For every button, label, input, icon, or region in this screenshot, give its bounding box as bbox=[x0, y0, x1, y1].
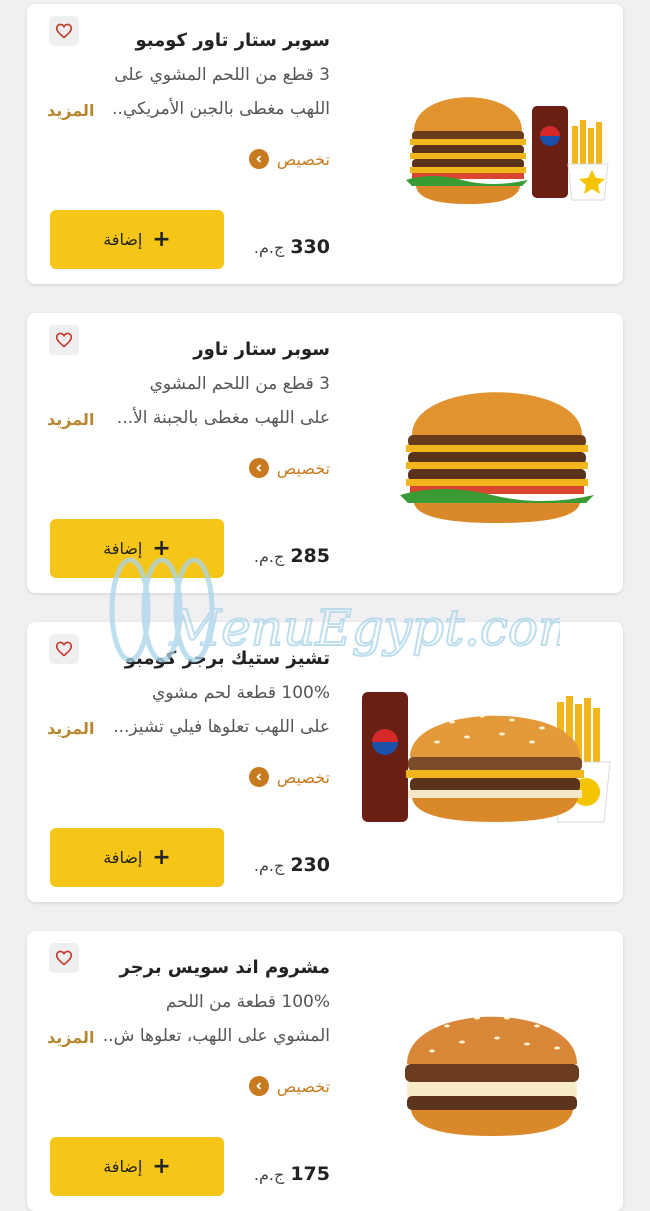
chevron-left-icon bbox=[248, 1076, 269, 1096]
plus-icon: + bbox=[152, 226, 171, 252]
item-description: 3 قطع من اللحم المشوي bbox=[149, 374, 330, 394]
item-price: 285 ج.م. bbox=[254, 545, 330, 567]
add-button-label: إضافة bbox=[103, 1157, 143, 1176]
add-button[interactable]: + إضافة bbox=[50, 210, 224, 269]
price-value: 230 bbox=[290, 854, 330, 876]
item-price: 330 ج.م. bbox=[254, 236, 330, 258]
price-value: 285 bbox=[290, 545, 330, 567]
customize-label: تخصيص bbox=[276, 1076, 330, 1096]
item-description: 100% قطعة من اللحم bbox=[165, 992, 330, 1012]
item-title: سوبر ستار تاور bbox=[193, 339, 330, 360]
price-currency: ج.م. bbox=[253, 547, 285, 566]
customize-label: تخصيص bbox=[276, 458, 330, 478]
menu-item-card[interactable]: سوبر ستار تاور كومبو 3 قطع من اللحم المش… bbox=[27, 4, 623, 284]
more-link[interactable]: المزيد bbox=[47, 410, 94, 429]
price-currency: ج.م. bbox=[253, 856, 285, 875]
customize-label: تخصيص bbox=[276, 149, 330, 169]
item-image bbox=[362, 692, 611, 823]
add-button[interactable]: + إضافة bbox=[50, 519, 224, 578]
menu-item-card[interactable]: سوبر ستار تاور 3 قطع من اللحم المشوي على… bbox=[27, 313, 623, 593]
item-image bbox=[400, 392, 594, 523]
item-description: 3 قطع من اللحم المشوي على bbox=[114, 65, 330, 85]
add-button[interactable]: + إضافة bbox=[50, 828, 224, 887]
add-button[interactable]: + إضافة bbox=[50, 1137, 224, 1196]
menu-item-card[interactable]: مشروم اند سويس برجر 100% قطعة من اللحم ا… bbox=[27, 931, 623, 1211]
chevron-left-icon bbox=[248, 149, 269, 169]
item-price: 175 ج.م. bbox=[254, 1163, 330, 1185]
plus-icon: + bbox=[152, 1153, 171, 1179]
add-button-label: إضافة bbox=[103, 230, 143, 249]
price-currency: ج.م. bbox=[253, 1165, 285, 1184]
item-image bbox=[406, 97, 609, 204]
item-title: تشيز ستيك برجر كومبو bbox=[124, 648, 330, 669]
item-image bbox=[405, 1016, 579, 1136]
more-link[interactable]: المزيد bbox=[47, 719, 94, 738]
plus-icon: + bbox=[152, 535, 171, 561]
chevron-left-icon bbox=[248, 767, 269, 787]
menu-item-card[interactable]: تشيز ستيك برجر كومبو 100% قطعة لحم مشوي … bbox=[27, 622, 623, 902]
customize-link[interactable]: تخصيص bbox=[248, 1076, 330, 1096]
plus-icon: + bbox=[152, 844, 171, 870]
item-title: مشروم اند سويس برجر bbox=[119, 957, 330, 978]
customize-link[interactable]: تخصيص bbox=[248, 149, 330, 169]
add-button-label: إضافة bbox=[103, 539, 143, 558]
item-description: 100% قطعة لحم مشوي bbox=[151, 683, 330, 703]
more-link[interactable]: المزيد bbox=[47, 101, 94, 120]
price-currency: ج.م. bbox=[253, 238, 285, 257]
more-link[interactable]: المزيد bbox=[47, 1028, 94, 1047]
customize-label: تخصيص bbox=[276, 767, 330, 787]
add-button-label: إضافة bbox=[103, 848, 143, 867]
customize-link[interactable]: تخصيص bbox=[248, 458, 330, 478]
customize-link[interactable]: تخصيص bbox=[248, 767, 330, 787]
price-value: 330 bbox=[290, 236, 330, 258]
chevron-left-icon bbox=[248, 458, 269, 478]
item-price: 230 ج.م. bbox=[254, 854, 330, 876]
item-title: سوبر ستار تاور كومبو bbox=[135, 30, 330, 51]
price-value: 175 bbox=[290, 1163, 330, 1185]
